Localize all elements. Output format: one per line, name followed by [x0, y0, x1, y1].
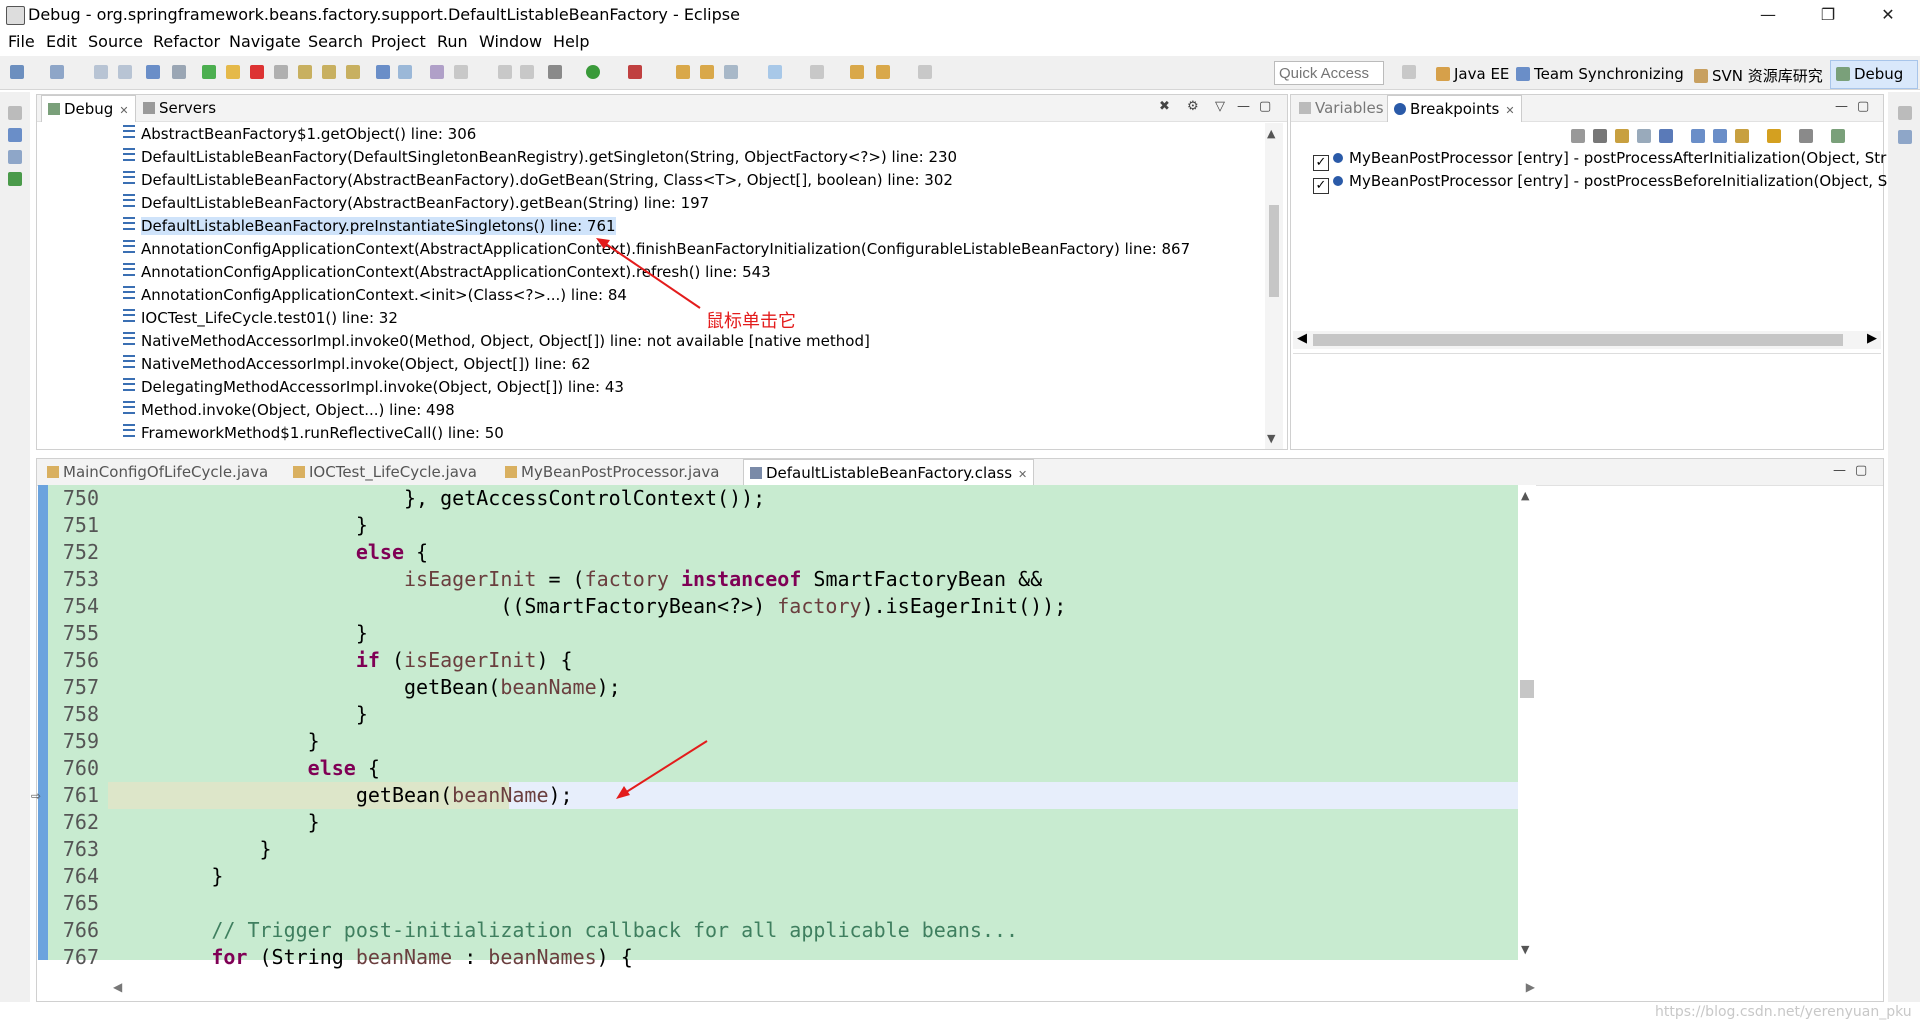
annotation-arrows [596, 238, 708, 799]
arrowhead-icon [616, 786, 630, 799]
watermark: https://blog.csdn.net/yerenyuan_pku [1655, 1004, 1912, 1020]
annotation-arrow-debug [599, 239, 701, 309]
annotation-arrow-editor [619, 740, 708, 797]
arrowhead-icon [596, 238, 610, 249]
